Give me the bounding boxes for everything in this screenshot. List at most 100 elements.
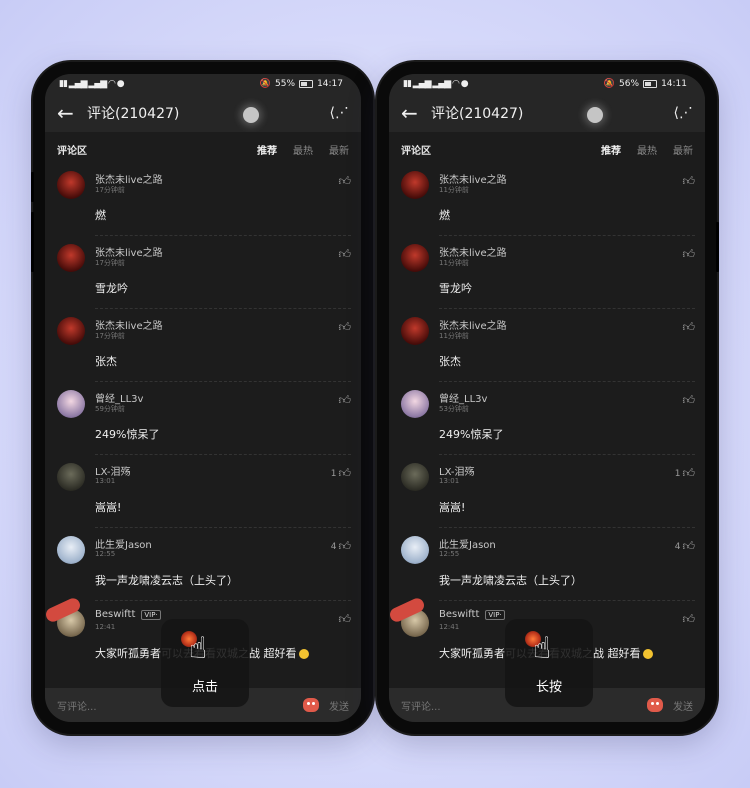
- username[interactable]: 曾经_LL3v: [95, 390, 143, 405]
- username[interactable]: Beswiftt VIP·: [95, 609, 161, 620]
- avatar[interactable]: [57, 390, 85, 418]
- username[interactable]: LX-泪殇: [439, 463, 475, 478]
- section-title: 评论区: [401, 146, 431, 157]
- thumb-up-icon: 👍︎: [338, 174, 351, 188]
- back-arrow-icon[interactable]: ←: [57, 101, 87, 125]
- send-button[interactable]: 发送: [673, 698, 693, 713]
- username[interactable]: LX-泪殇: [95, 463, 131, 478]
- comment-item[interactable]: 张杰未live之路 11分钟前 张杰 👍︎: [389, 309, 705, 382]
- gesture-overlay: ☝ 长按: [505, 619, 593, 707]
- comment-time: 13:01: [439, 477, 460, 485]
- comment-time: 11分钟前: [439, 259, 469, 267]
- like-count: 4: [674, 541, 681, 552]
- comment-item[interactable]: 张杰未live之路 17分钟前 雪龙吟 👍︎: [45, 236, 361, 309]
- emoji-icon[interactable]: [647, 698, 663, 712]
- username[interactable]: 曾经_LL3v: [439, 390, 487, 405]
- thumb-up-icon: 👍︎: [682, 539, 695, 553]
- section-title: 评论区: [57, 146, 87, 157]
- comment-time: 12:41: [95, 623, 116, 631]
- comment-item[interactable]: 张杰未live之路 11分钟前 雪龙吟 👍︎: [389, 236, 705, 309]
- sort-recommend-tab[interactable]: 推荐: [601, 142, 621, 157]
- avatar[interactable]: [401, 317, 429, 345]
- battery-percent: 55%: [275, 79, 296, 89]
- like-button[interactable]: 👍︎: [680, 174, 695, 189]
- like-button[interactable]: 👍︎: [680, 393, 695, 408]
- like-count: 4: [330, 541, 337, 552]
- avatar[interactable]: [57, 244, 85, 272]
- comment-time: 53分钟前: [439, 405, 469, 413]
- sort-new-tab[interactable]: 最新: [673, 142, 693, 157]
- username[interactable]: 张杰未live之路: [439, 171, 507, 186]
- comment-item[interactable]: 此生爱Jason 12:55 我一声龙啸凌云志（上头了） 4 👍︎: [45, 528, 361, 601]
- comment-item[interactable]: LX-泪殇 13:01 嵩嵩! 1 👍︎: [45, 455, 361, 528]
- phone-left: ▮▮ ▂▄▆ ▂▄▆ ◠ ● 🔕 55% 14:17 ← 评论(210427) …: [31, 62, 373, 734]
- share-icon[interactable]: ⟨⋰: [330, 105, 349, 121]
- avatar[interactable]: [57, 171, 85, 199]
- avatar[interactable]: [401, 171, 429, 199]
- like-button[interactable]: 👍︎: [680, 612, 695, 627]
- username[interactable]: 此生爱Jason: [439, 536, 496, 551]
- long-press-gesture-icon: ☝: [525, 627, 571, 671]
- like-button[interactable]: 👍︎: [680, 320, 695, 335]
- like-button[interactable]: 1 👍︎: [331, 466, 351, 481]
- username[interactable]: Beswiftt VIP·: [439, 609, 505, 620]
- comment-item[interactable]: 曾经_LL3v 59分钟前 249%惊呆了 👍︎: [45, 382, 361, 455]
- comment-time: 59分钟前: [95, 405, 125, 413]
- app-bar: ← 评论(210427) ⟨⋰: [389, 94, 705, 132]
- gesture-label: 长按: [535, 680, 562, 695]
- username[interactable]: 张杰未live之路: [95, 244, 163, 259]
- like-count: 1: [330, 468, 337, 479]
- comment-time: 17分钟前: [95, 259, 125, 267]
- emoji-icon[interactable]: [303, 698, 319, 712]
- like-button[interactable]: 4 👍︎: [675, 539, 695, 554]
- comment-text: 雪龙吟: [95, 282, 128, 295]
- silent-icon: 🔕: [259, 79, 272, 89]
- comment-text: 我一声龙啸凌云志（上头了）: [439, 574, 582, 587]
- send-button[interactable]: 发送: [329, 698, 349, 713]
- like-button[interactable]: 👍︎: [336, 612, 351, 627]
- thumb-up-icon: 👍︎: [338, 612, 351, 626]
- avatar[interactable]: [401, 244, 429, 272]
- avatar[interactable]: [57, 317, 85, 345]
- share-icon[interactable]: ⟨⋰: [674, 105, 693, 121]
- like-button[interactable]: 4 👍︎: [331, 539, 351, 554]
- like-button[interactable]: 👍︎: [336, 174, 351, 189]
- username[interactable]: 张杰未live之路: [439, 244, 507, 259]
- comment-item[interactable]: 张杰未live之路 11分钟前 燃 👍︎: [389, 163, 705, 236]
- like-button[interactable]: 👍︎: [336, 320, 351, 335]
- sort-new-tab[interactable]: 最新: [329, 142, 349, 157]
- sort-hot-tab[interactable]: 最热: [293, 142, 313, 157]
- avatar[interactable]: [57, 463, 85, 491]
- username[interactable]: 此生爱Jason: [95, 536, 152, 551]
- gesture-label: 点击: [191, 680, 218, 695]
- comment-time: 11分钟前: [439, 332, 469, 340]
- screen: ▮▮ ▂▄▆ ▂▄▆ ◠ ● 🔕 55% 14:17 ← 评论(210427) …: [45, 74, 361, 722]
- username[interactable]: 张杰未live之路: [95, 317, 163, 332]
- back-arrow-icon[interactable]: ←: [401, 101, 431, 125]
- thumb-up-icon: 👍︎: [338, 466, 351, 480]
- avatar[interactable]: [401, 390, 429, 418]
- like-button[interactable]: 👍︎: [336, 247, 351, 262]
- sort-recommend-tab[interactable]: 推荐: [257, 142, 277, 157]
- username[interactable]: 张杰未live之路: [95, 171, 163, 186]
- comment-item[interactable]: 张杰未live之路 17分钟前 张杰 👍︎: [45, 309, 361, 382]
- like-button[interactable]: 1 👍︎: [675, 466, 695, 481]
- like-button[interactable]: 👍︎: [336, 393, 351, 408]
- sort-hot-tab[interactable]: 最热: [637, 142, 657, 157]
- comment-item[interactable]: 曾经_LL3v 53分钟前 249%惊呆了 👍︎: [389, 382, 705, 455]
- comment-time: 13:01: [95, 477, 116, 485]
- volume-button: [31, 172, 34, 202]
- comments-header: 评论区 推荐 最热 最新: [45, 132, 361, 163]
- avatar[interactable]: [401, 463, 429, 491]
- clock: 14:17: [317, 79, 343, 89]
- username[interactable]: 张杰未live之路: [439, 317, 507, 332]
- like-button[interactable]: 👍︎: [680, 247, 695, 262]
- thumb-up-icon: 👍︎: [682, 393, 695, 407]
- comment-item[interactable]: LX-泪殇 13:01 嵩嵩! 1 👍︎: [389, 455, 705, 528]
- comment-text: 燃: [95, 209, 106, 222]
- avatar[interactable]: [57, 536, 85, 564]
- comment-item[interactable]: 张杰未live之路 17分钟前 燃 👍︎: [45, 163, 361, 236]
- signal-icons: ▮▮ ▂▄▆ ▂▄▆ ◠ ●: [59, 79, 125, 89]
- comment-item[interactable]: 此生爱Jason 12:55 我一声龙啸凌云志（上头了） 4 👍︎: [389, 528, 705, 601]
- avatar[interactable]: [401, 536, 429, 564]
